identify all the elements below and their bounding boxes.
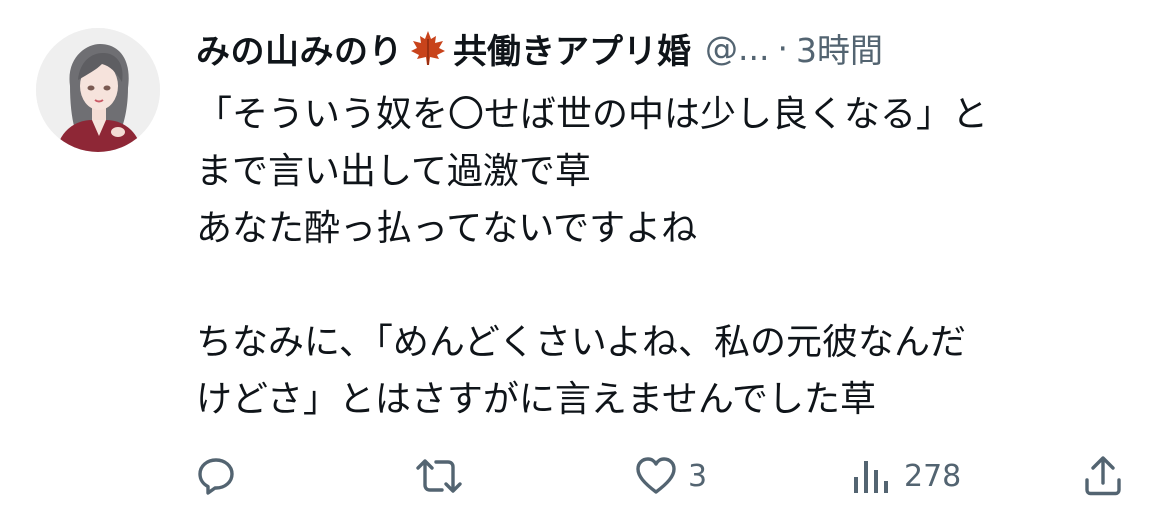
timestamp[interactable]: 3時間 (796, 24, 883, 72)
tweet-text-line: けどさ」とはさすがに言えませんでした草 (196, 379, 877, 420)
tweet-text-line (196, 257, 1146, 314)
display-name[interactable]: みの山みのり (196, 24, 403, 73)
user-handle[interactable]: @... (705, 29, 769, 68)
avatar[interactable] (36, 28, 160, 152)
tweet-text: 「そういう奴を〇せば世の中は少し良くなる」と まで言い出して過激で草 あなた酔っ… (196, 86, 1146, 428)
views-icon (854, 461, 888, 493)
heart-icon (636, 457, 676, 494)
tweet-header: みの山みのり 共働きアプリ婚 @... · 3時間 (196, 24, 883, 73)
tweet-text-line: 「そういう奴を〇せば世の中は少し良くなる」と (196, 94, 989, 135)
maple-leaf-icon (409, 29, 447, 67)
tweet-text-line: まで言い出して過激で草 (196, 151, 591, 192)
like-count: 3 (688, 458, 708, 494)
share-icon (1085, 456, 1121, 496)
reply-icon (198, 458, 234, 495)
views-button[interactable]: 278 (850, 448, 961, 504)
share-button[interactable] (1082, 448, 1124, 504)
views-count: 278 (904, 458, 962, 494)
tweet-text-line: ちなみに、「めんどくさいよね、私の元彼なんだ (196, 322, 967, 363)
retweet-button[interactable] (415, 448, 473, 504)
reply-button[interactable] (195, 448, 247, 504)
like-button[interactable]: 3 (634, 448, 707, 504)
tweet-text-line: あなた酔っ払ってないですよね (196, 208, 698, 249)
action-bar: 3 278 (0, 448, 1170, 504)
display-name-suffix[interactable]: 共働きアプリ婚 (453, 24, 691, 73)
retweet-icon (416, 459, 462, 493)
separator-dot: · (777, 28, 788, 68)
tweet-card[interactable]: みの山みのり 共働きアプリ婚 @... · 3時間 「そういう奴を〇せば世の中は… (0, 0, 1170, 525)
avatar-illustration (36, 28, 160, 152)
